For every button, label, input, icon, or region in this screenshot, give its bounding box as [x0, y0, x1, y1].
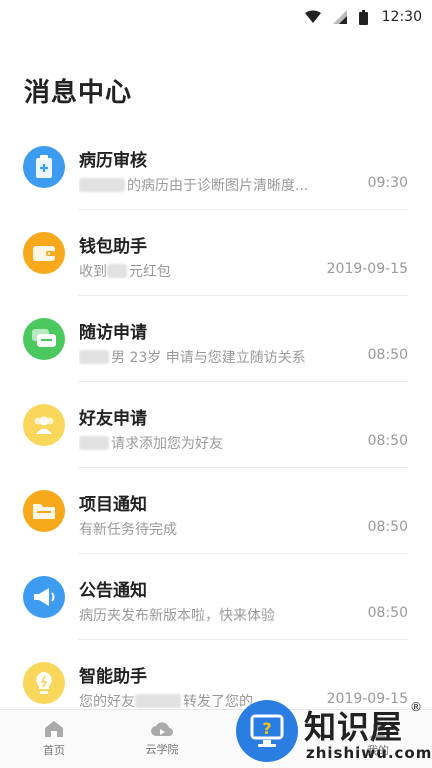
message-preview: 请求添加您为好友	[79, 433, 223, 453]
message-title: 智能助手	[79, 667, 147, 687]
message-item-announcement[interactable]: 公告通知 病历夹发布新版本啦，快来体验 08:50	[0, 554, 432, 640]
status-bar: 12:30	[0, 0, 432, 34]
message-preview: 收到 元红包	[79, 264, 171, 280]
redacted-name	[79, 178, 125, 192]
tab-label: 首页	[43, 744, 65, 757]
home-icon	[45, 721, 63, 737]
signal-icon	[332, 10, 347, 24]
page-title: 消息中心	[24, 78, 133, 108]
message-title: 钱包助手	[79, 237, 147, 257]
message-time: 2019-09-15	[326, 261, 408, 277]
message-title: 项目通知	[79, 495, 147, 515]
tab-cloud-academy[interactable]: 云学院	[108, 710, 216, 768]
cloud-icon	[151, 722, 173, 736]
megaphone-icon	[23, 576, 65, 618]
medical-record-icon	[23, 146, 65, 188]
svg-text:?: ?	[262, 719, 271, 738]
redacted-name	[135, 694, 181, 708]
watermark: ? 知识屋 ® zhishiwu.com	[232, 698, 432, 768]
message-time: 08:50	[367, 347, 408, 363]
friends-icon	[23, 404, 65, 446]
wallet-icon	[23, 232, 65, 274]
message-title: 病历审核	[79, 151, 147, 171]
watermark-reg: ®	[410, 700, 422, 714]
message-item-friend-request[interactable]: 好友申请 请求添加您为好友 08:50	[0, 382, 432, 468]
message-time: 09:30	[367, 175, 408, 191]
message-preview: 男 23岁 申请与您建立随访关系	[79, 347, 306, 367]
message-preview: 病历夹发布新版本啦，快来体验	[79, 608, 275, 624]
status-time: 12:30	[381, 9, 422, 25]
message-list: 病历审核 的病历由于诊断图片清晰度... 09:30 钱包助手 收到 元红包 2…	[0, 124, 432, 726]
watermark-brand: 知识屋	[304, 708, 404, 746]
message-preview: 有新任务待完成	[79, 522, 177, 538]
message-item-project-notice[interactable]: 项目通知 有新任务待完成 08:50	[0, 468, 432, 554]
tab-label: 云学院	[145, 743, 179, 756]
message-item-wallet[interactable]: 钱包助手 收到 元红包 2019-09-15	[0, 210, 432, 296]
message-time: 08:50	[367, 605, 408, 621]
message-title: 随访申请	[79, 323, 147, 343]
message-title: 好友申请	[79, 409, 147, 429]
message-title: 公告通知	[79, 581, 147, 601]
tab-home[interactable]: 首页	[0, 710, 108, 768]
redacted-amount	[107, 264, 127, 278]
redacted-name	[79, 350, 109, 364]
watermark-domain: zhishiwu.com	[306, 744, 432, 762]
message-item-record-review[interactable]: 病历审核 的病历由于诊断图片清晰度... 09:30	[0, 124, 432, 210]
folder-icon	[23, 490, 65, 532]
wifi-icon	[304, 10, 321, 23]
message-preview: 的病历由于诊断图片清晰度...	[79, 175, 308, 195]
redacted-name	[79, 436, 109, 450]
message-time: 08:50	[367, 519, 408, 535]
battery-icon	[358, 9, 368, 25]
message-preview: 您的好友 转发了您的	[79, 694, 253, 710]
chat-bubble-icon	[23, 318, 65, 360]
message-item-follow-up[interactable]: 随访申请 男 23岁 申请与您建立随访关系 08:50	[0, 296, 432, 382]
watermark-logo-icon: ?	[236, 700, 298, 762]
message-time: 08:50	[367, 433, 408, 449]
lightbulb-icon	[23, 662, 65, 704]
